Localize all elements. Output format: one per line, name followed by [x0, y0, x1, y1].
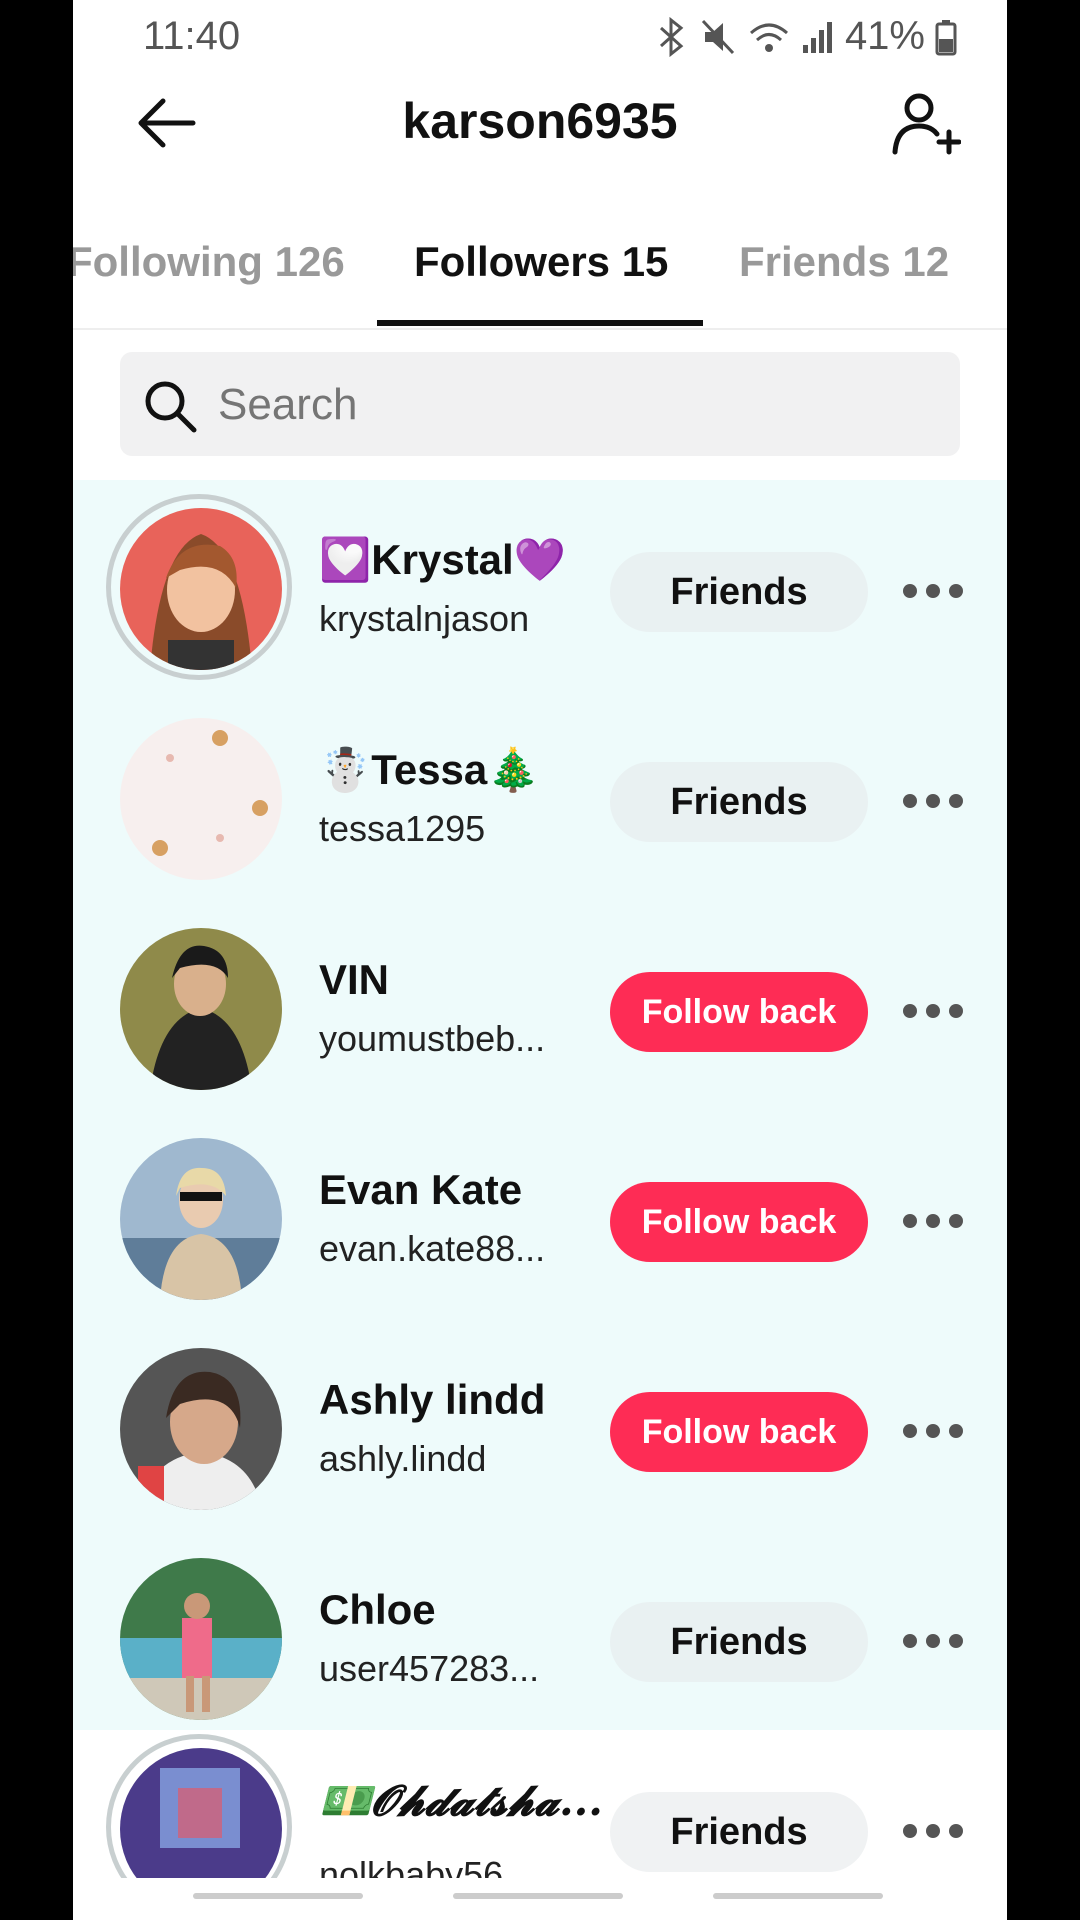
- page-title: karson6935: [402, 93, 678, 149]
- follower-handle: user457283...: [319, 1648, 540, 1689]
- avatar[interactable]: [106, 494, 292, 680]
- follow-back-button[interactable]: Follow back: [610, 1182, 868, 1262]
- follower-name: ☃️Tessa🎄: [319, 746, 540, 793]
- battery-icon: [935, 17, 957, 57]
- more-options-icon[interactable]: [903, 1626, 963, 1656]
- tab-followers[interactable]: Followers 15: [414, 238, 668, 286]
- list-item[interactable]: VIN youmustbeb... Follow back: [73, 908, 1007, 1118]
- friends-button[interactable]: Friends: [610, 1792, 868, 1872]
- follow-back-button[interactable]: Follow back: [610, 972, 868, 1052]
- mute-icon: [699, 17, 737, 57]
- avatar[interactable]: [120, 928, 282, 1090]
- battery-level: 41%: [844, 14, 925, 58]
- list-item[interactable]: Chloe user457283... Friends: [73, 1538, 1007, 1748]
- more-options-icon[interactable]: [903, 786, 963, 816]
- follower-name: Ashly lindd: [319, 1376, 546, 1423]
- more-options-icon[interactable]: [903, 1416, 963, 1446]
- friends-button[interactable]: Friends: [610, 1602, 868, 1682]
- follower-handle: evan.kate88...: [319, 1228, 546, 1269]
- follower-name: Chloe: [319, 1586, 436, 1633]
- friends-button[interactable]: Friends: [610, 762, 868, 842]
- status-icons: 41%: [655, 14, 957, 59]
- follower-name: VIN: [319, 956, 390, 1003]
- more-options-icon[interactable]: [903, 996, 963, 1026]
- list-item[interactable]: Evan Kate evan.kate88... Follow back: [73, 1118, 1007, 1328]
- friends-button[interactable]: Friends: [610, 552, 868, 632]
- nav-hint-left: [193, 1893, 363, 1899]
- follower-handle: tessa1295: [319, 808, 486, 849]
- active-tab-indicator: [377, 320, 703, 326]
- follower-name: 💵𝓞𝓱𝓭𝓪𝓽𝓼𝓱𝓪...: [319, 1776, 603, 1825]
- avatar-image: [120, 1138, 282, 1300]
- tab-following[interactable]: Following 126: [73, 238, 345, 286]
- followers-list: 💟Krystal💜 krystalnjason Friends ☃️Tessa🎄…: [73, 480, 1007, 1730]
- avatar-image: [120, 1348, 282, 1510]
- avatar[interactable]: [120, 1138, 282, 1300]
- follower-handle: krystalnjason: [319, 598, 530, 639]
- tab-bar: Following 126 Followers 15 Friends 12: [73, 210, 1007, 330]
- nav-hint-right: [713, 1893, 883, 1899]
- nav-hint-center: [453, 1893, 623, 1899]
- more-options-icon[interactable]: [903, 1816, 963, 1846]
- avatar-image: [120, 928, 282, 1090]
- header: karson6935: [73, 78, 1007, 168]
- phone-screen: 11:40 41% karson6935 Following 126 Follo…: [73, 0, 1007, 1920]
- add-user-button[interactable]: [891, 90, 962, 156]
- follow-back-button[interactable]: Follow back: [610, 1392, 868, 1472]
- avatar-image: [120, 508, 282, 670]
- status-bar: 11:40 41%: [73, 0, 1007, 78]
- avatar[interactable]: [120, 718, 282, 880]
- follower-handle: youmustbeb...: [319, 1018, 546, 1059]
- list-item[interactable]: Ashly lindd ashly.lindd Follow back: [73, 1328, 1007, 1538]
- signal-icon: [801, 17, 835, 57]
- search-bar[interactable]: [120, 352, 960, 458]
- search-icon: [145, 381, 197, 433]
- avatar[interactable]: [120, 1558, 282, 1720]
- list-item[interactable]: 💟Krystal💜 krystalnjason Friends: [73, 488, 1007, 698]
- list-item[interactable]: ☃️Tessa🎄 tessa1295 Friends: [73, 698, 1007, 908]
- list-bottom: 💵𝓞𝓱𝓭𝓪𝓽𝓼𝓱𝓪... nolkbaby56 Friends: [73, 1730, 1007, 1920]
- avatar-image: [120, 718, 282, 880]
- search-input[interactable]: [216, 352, 920, 458]
- bluetooth-icon: [655, 16, 689, 57]
- tab-friends[interactable]: Friends 12: [739, 238, 949, 286]
- avatar-image: [120, 1558, 282, 1720]
- status-time: 11:40: [143, 14, 241, 58]
- add-user-icon: [892, 93, 962, 155]
- avatar[interactable]: [120, 1348, 282, 1510]
- bottom-fade: [73, 1878, 1007, 1920]
- follower-handle: ashly.lindd: [319, 1438, 487, 1479]
- wifi-icon: [747, 17, 791, 57]
- more-options-icon[interactable]: [903, 576, 963, 606]
- follower-name: 💟Krystal💜: [319, 536, 566, 583]
- follower-name: Evan Kate: [319, 1166, 523, 1213]
- more-options-icon[interactable]: [903, 1206, 963, 1236]
